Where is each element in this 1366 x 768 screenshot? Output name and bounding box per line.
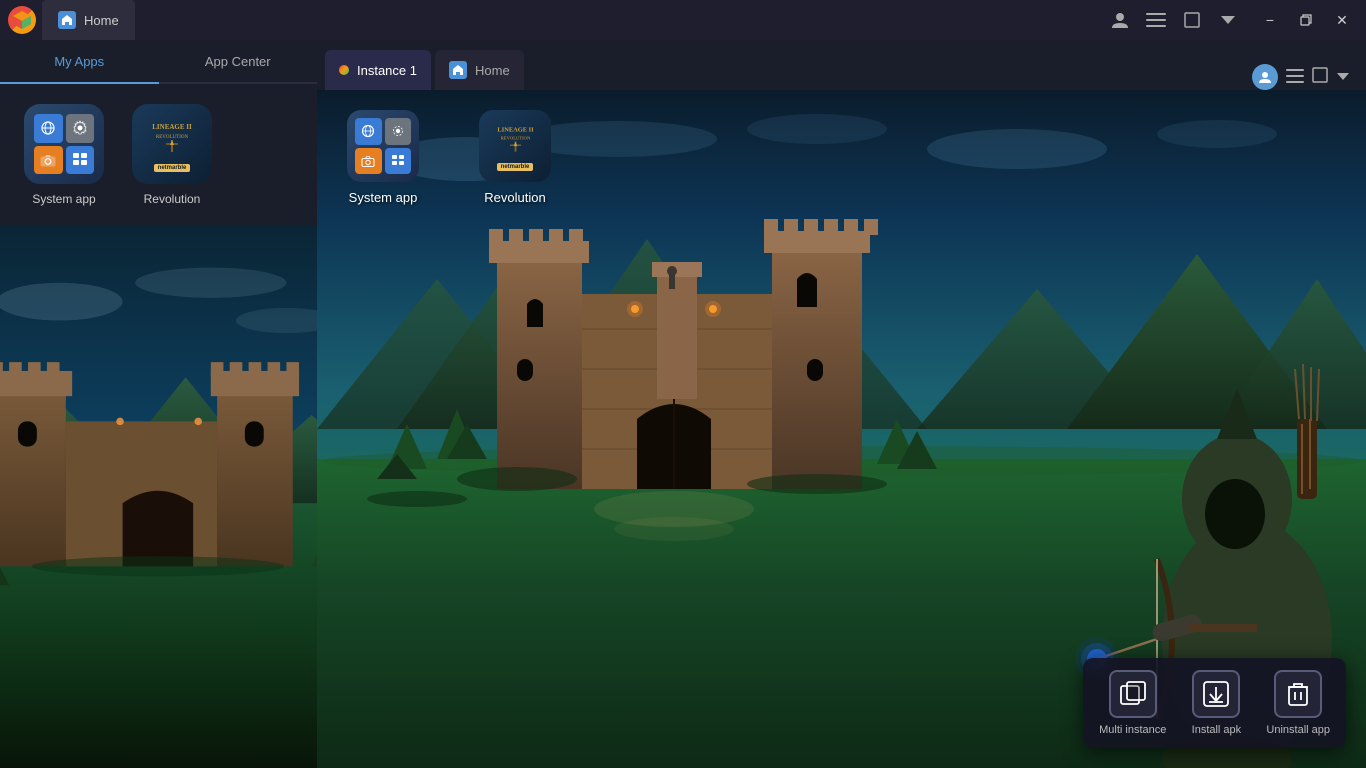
svg-text:REVOLUTION: REVOLUTION — [500, 136, 530, 141]
game-grid-cell — [385, 148, 412, 175]
tab-instance-1[interactable]: Instance 1 — [325, 50, 431, 90]
game-system-label: System app — [349, 190, 418, 205]
user-circle[interactable] — [1252, 64, 1278, 90]
multi-instance-label: Multi instance — [1099, 724, 1166, 736]
multi-instance-icon-btn — [1109, 670, 1157, 718]
install-apk-label: Install apk — [1192, 724, 1242, 736]
svg-text:LINEAGE II: LINEAGE II — [497, 126, 534, 133]
toolbar-item-multi-instance[interactable]: Multi instance — [1099, 670, 1166, 736]
uninstall-app-icon-btn — [1274, 670, 1322, 718]
system-app-icon — [24, 104, 104, 184]
window-controls: − ✕ — [1254, 6, 1358, 34]
maximize-icon[interactable] — [1312, 67, 1328, 88]
game-revolution-icon: LINEAGE II REVOLUTION netmarble — [479, 110, 551, 182]
game-sys-icon-grid — [347, 110, 419, 182]
left-panel: My Apps App Center — [0, 40, 317, 768]
tab-home-instance[interactable]: Home — [435, 50, 524, 90]
instance-tab-label: Instance 1 — [357, 63, 417, 78]
hamburger-icon[interactable] — [1286, 67, 1304, 88]
instance-tab-bar: Instance 1 Home — [317, 40, 1366, 90]
globe-cell — [34, 114, 63, 143]
game-cam-cell — [355, 148, 382, 175]
revolution-label: Revolution — [144, 192, 201, 206]
game-netmarble-label: netmarble — [497, 163, 534, 171]
svg-text:LINEAGE II: LINEAGE II — [152, 123, 192, 131]
game-system-icon — [347, 110, 419, 182]
restore-button[interactable] — [1290, 6, 1322, 34]
gear-cell — [66, 114, 95, 143]
close-button[interactable]: ✕ — [1326, 6, 1358, 34]
game-app-icons: System app LINEAGE II REVOLUTION — [347, 110, 551, 205]
game-rev-icon-inner: LINEAGE II REVOLUTION netmarble — [479, 110, 551, 182]
bluestacks-logo — [8, 6, 36, 34]
game-gear-cell — [385, 118, 412, 145]
tab-my-apps[interactable]: My Apps — [0, 40, 159, 84]
tab-app-center[interactable]: App Center — [159, 40, 318, 84]
apps-grid: System app LINEAGE II REVOLUTION — [0, 84, 317, 226]
revolution-icon: LINEAGE II REVOLUTION netmarble — [132, 104, 212, 184]
bottom-toolbar: Multi instance Install a — [1083, 658, 1346, 748]
menu-icon[interactable] — [1144, 8, 1168, 32]
toolbar-item-uninstall-app[interactable]: Uninstall app — [1266, 670, 1330, 736]
app-item-revolution[interactable]: LINEAGE II REVOLUTION netmarble Revoluti… — [128, 104, 216, 206]
svg-text:REVOLUTION: REVOLUTION — [156, 135, 189, 140]
tab-home-main-label: Home — [84, 13, 119, 28]
chevron-instance-icon[interactable] — [1336, 68, 1350, 86]
home-icon-instance — [449, 61, 467, 79]
left-panel-tabs: My Apps App Center — [0, 40, 317, 84]
game-app-system[interactable]: System app — [347, 110, 419, 205]
grid-cell — [66, 146, 95, 175]
main-content: Instance 1 Home — [317, 40, 1366, 768]
system-app-label: System app — [32, 192, 95, 206]
instance-bar-controls — [1252, 64, 1358, 90]
rev-logo-area: LINEAGE II REVOLUTION netmarble — [138, 110, 206, 178]
install-apk-icon-btn — [1192, 670, 1240, 718]
game-globe-cell — [355, 118, 382, 145]
instance-dot — [339, 65, 349, 75]
square-icon[interactable] — [1180, 8, 1204, 32]
left-panel-bg — [0, 226, 317, 768]
game-revolution-label: Revolution — [484, 190, 545, 205]
home-tab-icon — [58, 11, 76, 29]
title-bar-controls — [1108, 8, 1240, 32]
home-tab-instance-label: Home — [475, 63, 510, 78]
minimize-button[interactable]: − — [1254, 6, 1286, 34]
bluestacks-window: Home — [0, 0, 1366, 768]
chevron-down-icon[interactable] — [1216, 8, 1240, 32]
uninstall-app-label: Uninstall app — [1266, 724, 1330, 736]
toolbar-item-install-apk[interactable]: Install apk — [1186, 670, 1246, 736]
content-area: My Apps App Center — [0, 40, 1366, 768]
title-bar: Home — [0, 0, 1366, 40]
game-scene: System app LINEAGE II REVOLUTION — [317, 90, 1366, 768]
camera-cell — [34, 146, 63, 175]
netmarble-label: netmarble — [154, 164, 191, 172]
user-icon[interactable] — [1108, 8, 1132, 32]
tab-home-main[interactable]: Home — [42, 0, 135, 40]
game-app-revolution[interactable]: LINEAGE II REVOLUTION netmarble Revoluti… — [479, 110, 551, 205]
app-item-system[interactable]: System app — [20, 104, 108, 206]
left-castle-overlay — [0, 226, 317, 768]
